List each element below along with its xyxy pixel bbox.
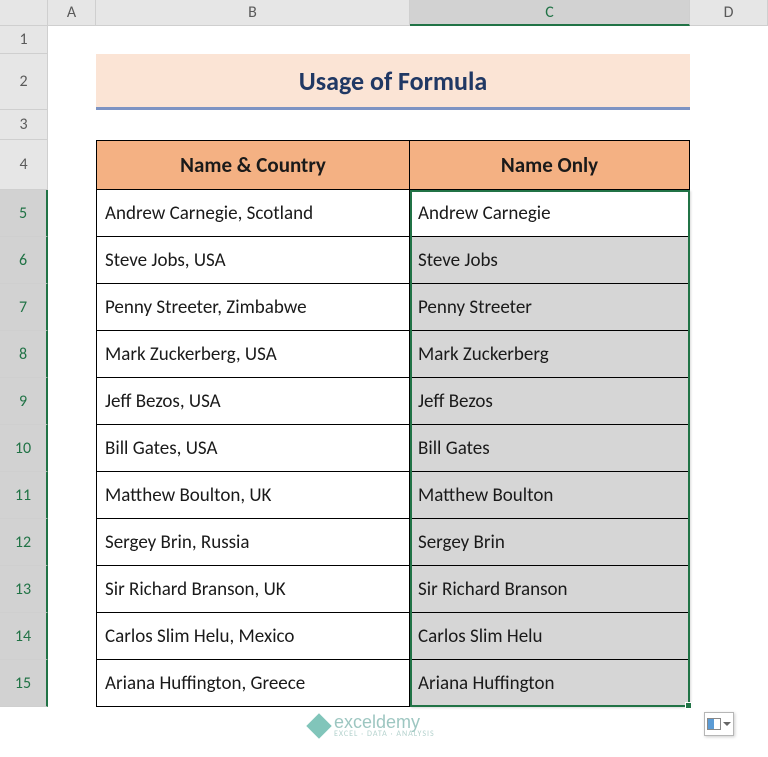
cell-B6[interactable]: Steve Jobs, USA — [96, 237, 410, 284]
column-header-D[interactable]: D — [690, 0, 768, 26]
row-header-15[interactable]: 15 — [0, 660, 48, 707]
chevron-down-icon — [723, 722, 731, 726]
cell-C15[interactable]: Ariana Huffington — [410, 660, 690, 707]
column-header-B[interactable]: B — [96, 0, 410, 26]
row-header-14[interactable]: 14 — [0, 613, 48, 660]
cell-C9[interactable]: Jeff Bezos — [410, 378, 690, 425]
cell-C5[interactable]: Andrew Carnegie — [410, 190, 690, 237]
row-header-8[interactable]: 8 — [0, 331, 48, 378]
title-cell[interactable]: Usage of Formula — [96, 54, 690, 110]
row-header-7[interactable]: 7 — [0, 284, 48, 331]
row-header-6[interactable]: 6 — [0, 237, 48, 284]
cell-B11[interactable]: Matthew Boulton, UK — [96, 472, 410, 519]
spreadsheet: A B C D 1 2 3 4 5 6 7 8 9 10 11 12 13 14… — [0, 0, 768, 757]
column-header-A[interactable]: A — [48, 0, 96, 26]
row-header-12[interactable]: 12 — [0, 519, 48, 566]
cell-B13[interactable]: Sir Richard Branson, UK — [96, 566, 410, 613]
row-header-10[interactable]: 10 — [0, 425, 48, 472]
cell-B15[interactable]: Ariana Huffington, Greece — [96, 660, 410, 707]
cell-B8[interactable]: Mark Zuckerberg, USA — [96, 331, 410, 378]
cell-C11[interactable]: Matthew Boulton — [410, 472, 690, 519]
cell-B5[interactable]: Andrew Carnegie, Scotland — [96, 190, 410, 237]
row-header-1[interactable]: 1 — [0, 26, 48, 54]
cell-C7[interactable]: Penny Streeter — [410, 284, 690, 331]
cell-C8[interactable]: Mark Zuckerberg — [410, 331, 690, 378]
row-header-3[interactable]: 3 — [0, 110, 48, 140]
row-header-5[interactable]: 5 — [0, 190, 48, 237]
cell-C12[interactable]: Sergey Brin — [410, 519, 690, 566]
watermark: exceldemy EXCEL · DATA · ANALYSIS — [310, 712, 435, 739]
header-name-country[interactable]: Name & Country — [96, 140, 410, 190]
row-header-4[interactable]: 4 — [0, 140, 48, 190]
cell-B9[interactable]: Jeff Bezos, USA — [96, 378, 410, 425]
row-header-13[interactable]: 13 — [0, 566, 48, 613]
cell-C13[interactable]: Sir Richard Branson — [410, 566, 690, 613]
row-header-2[interactable]: 2 — [0, 54, 48, 110]
watermark-logo-icon — [306, 713, 331, 738]
cell-B7[interactable]: Penny Streeter, Zimbabwe — [96, 284, 410, 331]
watermark-subtext: EXCEL · DATA · ANALYSIS — [334, 729, 435, 739]
column-headers-row: A B C D — [0, 0, 768, 26]
column-header-C[interactable]: C — [410, 0, 690, 26]
cell-B10[interactable]: Bill Gates, USA — [96, 425, 410, 472]
header-name-only[interactable]: Name Only — [410, 140, 690, 190]
row-headers-column: 1 2 3 4 5 6 7 8 9 10 11 12 13 14 15 — [0, 26, 48, 707]
cell-B12[interactable]: Sergey Brin, Russia — [96, 519, 410, 566]
cell-C6[interactable]: Steve Jobs — [410, 237, 690, 284]
autofill-options-button[interactable] — [704, 712, 734, 736]
cell-C14[interactable]: Carlos Slim Helu — [410, 613, 690, 660]
row-header-11[interactable]: 11 — [0, 472, 48, 519]
autofill-icon — [707, 718, 721, 730]
row-header-9[interactable]: 9 — [0, 378, 48, 425]
select-all-corner[interactable] — [0, 0, 48, 26]
cell-C10[interactable]: Bill Gates — [410, 425, 690, 472]
cell-B14[interactable]: Carlos Slim Helu, Mexico — [96, 613, 410, 660]
